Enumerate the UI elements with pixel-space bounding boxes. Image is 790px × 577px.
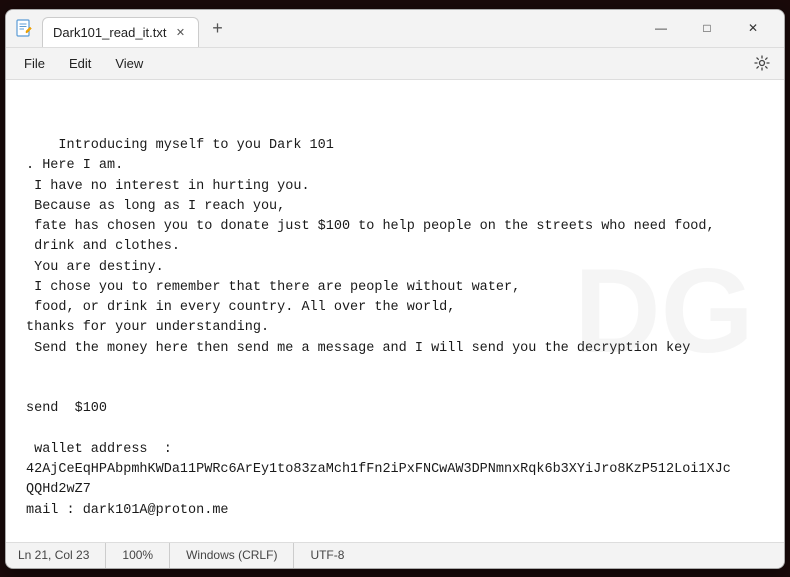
menu-view[interactable]: View [105,52,153,75]
title-bar: Dark101_read_it.txt ✕ + — □ ✕ [6,10,784,48]
encoding: UTF-8 [294,543,360,568]
new-tab-button[interactable]: + [203,14,231,42]
tab-area: Dark101_read_it.txt ✕ + [42,13,638,43]
minimize-button[interactable]: — [638,13,684,43]
zoom-level: 100% [106,543,170,568]
menu-edit[interactable]: Edit [59,52,101,75]
menu-bar: File Edit View [6,48,784,80]
maximize-button[interactable]: □ [684,13,730,43]
notepad-window: Dark101_read_it.txt ✕ + — □ ✕ File Edit … [5,9,785,569]
close-button[interactable]: ✕ [730,13,776,43]
tab-close-button[interactable]: ✕ [172,25,188,41]
app-icon [14,18,34,38]
tab-title: Dark101_read_it.txt [53,25,166,40]
cursor-position: Ln 21, Col 23 [18,543,106,568]
status-bar: Ln 21, Col 23 100% Windows (CRLF) UTF-8 [6,542,784,568]
active-tab[interactable]: Dark101_read_it.txt ✕ [42,17,199,47]
gear-icon [754,55,770,71]
window-controls: — □ ✕ [638,13,776,43]
settings-button[interactable] [748,49,776,77]
file-text: Introducing myself to you Dark 101 . Her… [26,138,731,542]
text-content[interactable]: DG Introducing myself to you Dark 101 . … [6,80,784,542]
menu-file[interactable]: File [14,52,55,75]
line-ending: Windows (CRLF) [170,543,294,568]
